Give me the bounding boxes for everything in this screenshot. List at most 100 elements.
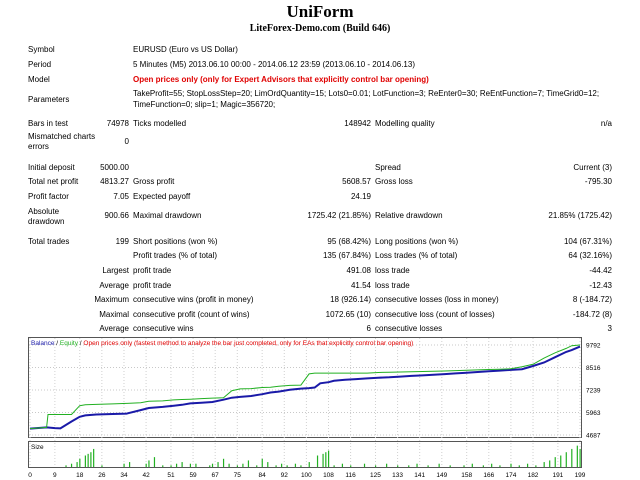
x-tick-label: 158 <box>461 472 472 479</box>
maximal-consecutive-loss-label: consecutive loss (count of losses) <box>375 310 495 319</box>
short-positions-label: Short positions (won %) <box>133 237 218 246</box>
size-bar <box>322 453 324 467</box>
size-bar <box>247 460 250 467</box>
size-bar <box>65 465 67 467</box>
maximal-consecutive-profit-label: consecutive profit (count of wins) <box>133 310 250 319</box>
size-bar <box>438 463 440 467</box>
long-positions-value: 104 (67.31%) <box>563 237 612 246</box>
size-bar <box>386 463 388 467</box>
max-consecutive-losses-label: consecutive losses (loss in money) <box>375 295 499 304</box>
size-bar <box>408 465 410 467</box>
size-bar <box>76 462 78 467</box>
x-tick-label: 0 <box>28 472 32 479</box>
size-bar <box>363 463 366 467</box>
size-bar <box>491 463 493 467</box>
period-label: Period <box>28 60 52 69</box>
size-bar <box>560 455 562 467</box>
deposit-value: 5000.00 <box>100 163 129 172</box>
size-bar <box>449 465 451 467</box>
loss-trades-label: Loss trades (% of total) <box>375 251 458 260</box>
size-bar <box>281 463 283 467</box>
size-bar <box>209 465 211 467</box>
size-bar <box>499 465 501 467</box>
short-positions-value: 95 (68.42%) <box>327 237 371 246</box>
size-bar <box>327 450 330 467</box>
size-bar <box>79 458 81 467</box>
model-label: Model <box>28 75 50 84</box>
size-bar <box>526 463 529 467</box>
legend-mode: Open prices only (fastest method to anal… <box>83 340 413 347</box>
period-value: 5 Minutes (M5) 2013.06.10 00:00 - 2014.0… <box>133 60 415 69</box>
x-tick-label: 182 <box>528 472 539 479</box>
profit-trades-value: 135 (67.84%) <box>322 251 371 260</box>
x-tick-label: 133 <box>392 472 403 479</box>
size-bar <box>463 465 465 467</box>
max-consecutive-wins-label: consecutive wins (profit in money) <box>133 295 254 304</box>
size-bar <box>93 448 95 467</box>
size-bar <box>236 465 238 467</box>
average-loss-label: loss trade <box>375 281 410 290</box>
x-tick-label: 42 <box>142 472 150 479</box>
y-axis-ticks: 9792 8516 7239 5963 4687 <box>586 343 601 440</box>
size-bar <box>70 463 73 467</box>
gross-loss-label: Gross loss <box>375 177 413 186</box>
size-bar <box>510 463 512 467</box>
size-bar <box>211 463 214 467</box>
size-bar <box>316 455 319 467</box>
long-positions-label: Long positions (won %) <box>375 237 459 246</box>
maximal-label: Maximal <box>99 310 129 319</box>
x-tick-label: 174 <box>505 472 516 479</box>
size-bar <box>579 448 581 467</box>
average-consecutive-losses-label: consecutive losses <box>375 324 443 333</box>
size-bar <box>267 462 269 467</box>
size-bar <box>242 463 244 467</box>
size-bar <box>87 453 89 467</box>
expected-payoff-value: 24.19 <box>350 192 371 201</box>
gross-profit-value: 5608.57 <box>342 177 371 186</box>
x-tick-label: 75 <box>234 472 242 479</box>
absolute-drawdown-value: 900.66 <box>104 211 129 220</box>
size-bar <box>261 458 263 467</box>
largest-label: Largest <box>102 266 129 275</box>
average-loss-value: -12.43 <box>589 281 612 290</box>
size-bar <box>128 462 131 467</box>
parameters-label: Parameters <box>28 95 70 104</box>
size-bar <box>471 463 473 467</box>
size-bar <box>294 463 297 467</box>
average-label: Average <box>99 281 129 290</box>
expected-payoff-label: Expected payoff <box>133 192 191 201</box>
model-value: Open prices only (only for Expert Adviso… <box>133 75 429 84</box>
x-tick-label: 125 <box>370 472 381 479</box>
maximal-drawdown-value: 1725.42 (21.85%) <box>307 211 371 220</box>
average-consecutive-losses-value: 3 <box>607 324 612 333</box>
size-bar <box>84 455 86 467</box>
size-bar <box>90 452 92 467</box>
size-bar <box>549 460 551 467</box>
average-profit-label: profit trade <box>133 281 172 290</box>
size-bar <box>535 465 537 467</box>
size-bar <box>101 465 103 467</box>
loss-trades-value: 64 (32.16%) <box>568 251 612 260</box>
average-consecutive-label: Average <box>99 324 129 333</box>
bars-value: 74978 <box>106 119 129 128</box>
size-bar <box>416 463 418 467</box>
maximal-drawdown-label: Maximal drawdown <box>133 211 202 220</box>
gross-loss-value: -795.30 <box>584 177 612 186</box>
x-tick-label: 92 <box>281 472 289 479</box>
y-tick-label: 8516 <box>586 365 601 372</box>
size-bar <box>482 465 484 467</box>
net-profit-value: 4813.27 <box>100 177 129 186</box>
balance-chart: 9792 8516 7239 5963 4687 0 9 18 26 34 42 51 59 67 75 8… <box>28 337 612 480</box>
spread-label: Spread <box>375 163 401 172</box>
x-tick-label: 84 <box>259 472 267 479</box>
size-bar <box>427 465 429 467</box>
size-bar <box>300 465 302 467</box>
size-bar <box>397 465 399 467</box>
profit-factor-value: 7.05 <box>113 192 129 201</box>
x-tick-label: 100 <box>301 472 312 479</box>
size-bar <box>228 463 230 467</box>
x-tick-label: 191 <box>552 472 563 479</box>
size-bar <box>256 465 258 467</box>
symbol-label: Symbol <box>28 45 55 54</box>
average-consecutive-wins-value: 6 <box>366 324 371 333</box>
